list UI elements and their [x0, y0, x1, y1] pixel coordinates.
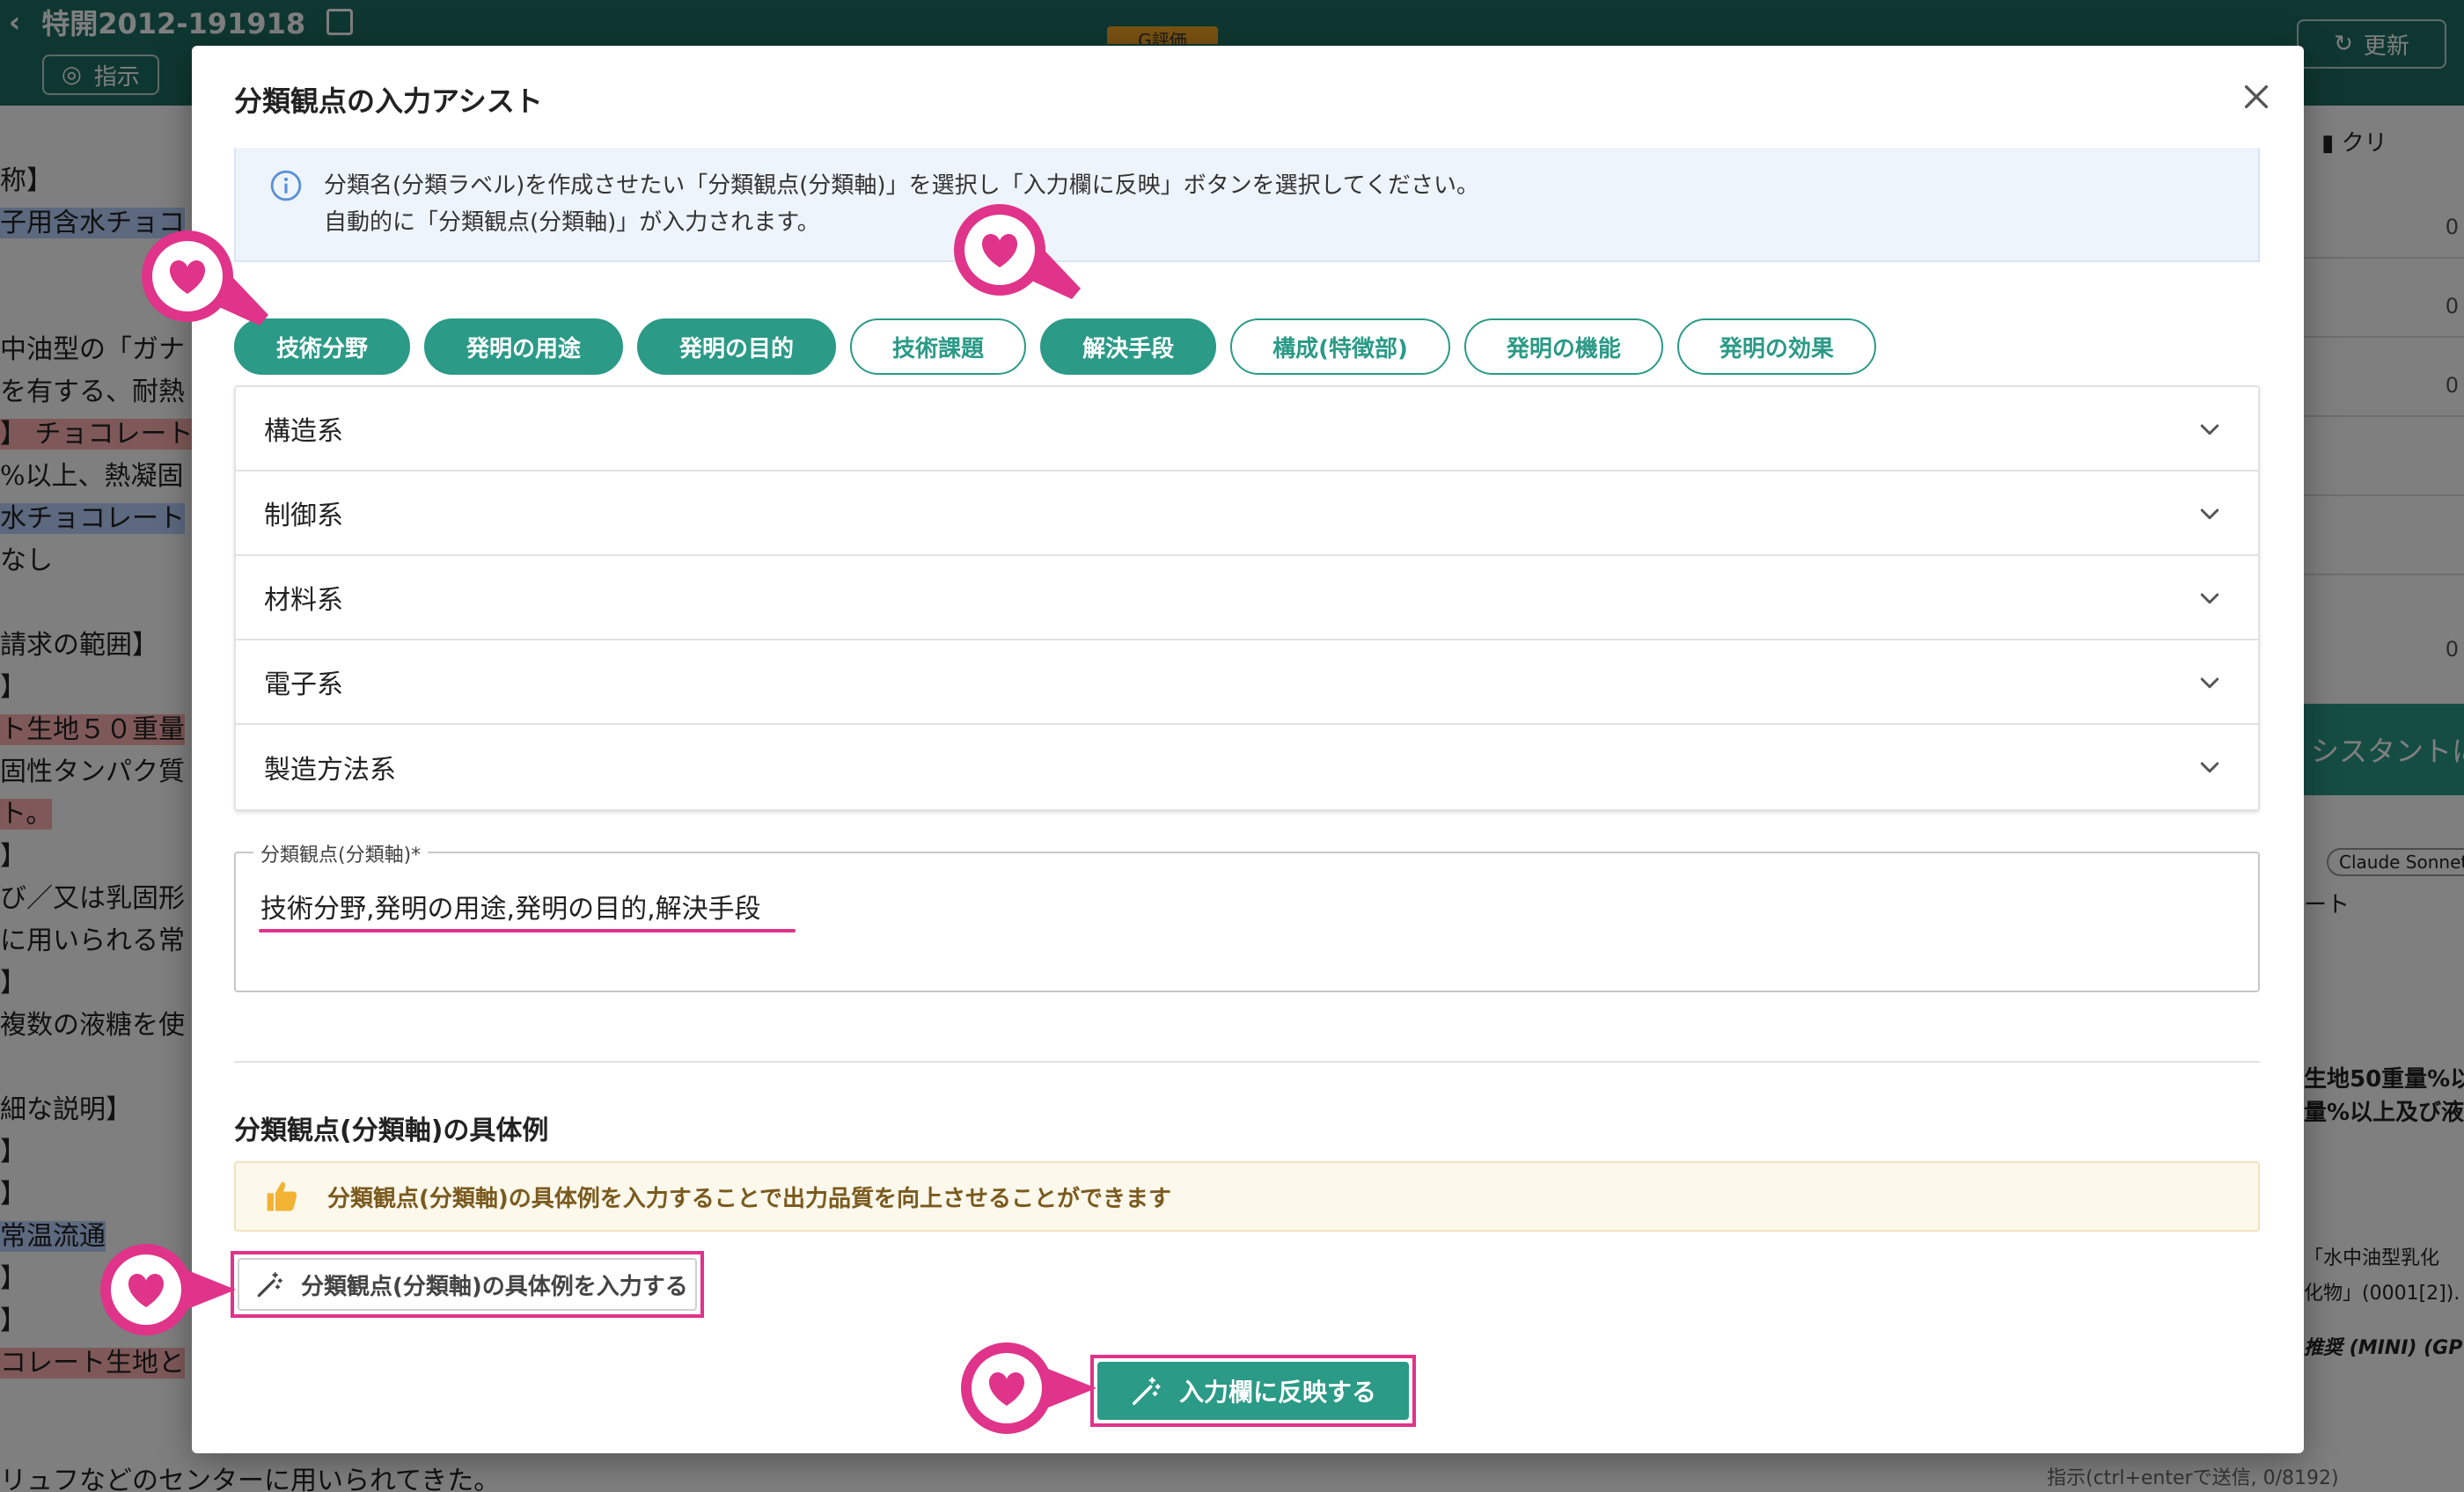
divider: [234, 1061, 2260, 1063]
accordion-item[interactable]: 構造系: [236, 387, 2258, 472]
chevron-down-icon: [2200, 762, 2219, 773]
field-value[interactable]: 技術分野,発明の用途,発明の目的,解決手段: [260, 887, 761, 931]
close-button[interactable]: [2235, 76, 2277, 118]
accordion-item[interactable]: 制御系: [236, 472, 2258, 556]
classification-axis-field[interactable]: 分類観点(分類軸)* 技術分野,発明の用途,発明の目的,解決手段: [234, 839, 2260, 992]
tip-banner: 分類観点(分類軸)の具体例を入力することで出力品質を向上させることができます: [234, 1161, 2260, 1232]
accordion-item[interactable]: 製造方法系: [236, 725, 2258, 809]
highlight-underline: [259, 929, 796, 933]
info-line-1: 分類名(分類ラベル)を作成させたい「分類観点(分類軸)」を選択し「入力欄に反映」…: [324, 172, 1480, 199]
apply-button-label: 入力欄に反映する: [1178, 1378, 1376, 1407]
accordion-label: 製造方法系: [264, 755, 396, 786]
chevron-down-icon: [2200, 593, 2219, 604]
magic-wand-icon: [1132, 1377, 1161, 1405]
heart-marker-icon: [954, 204, 1081, 299]
thumbs-up-icon: [267, 1181, 297, 1211]
examples-section-title: 分類観点(分類軸)の具体例: [234, 1115, 549, 1146]
accordion-label: 制御系: [264, 501, 343, 531]
input-assist-modal: 分類観点の入力アシスト 分類名(分類ラベル)を作成させたい「分類観点(分類軸)」…: [192, 46, 2304, 1453]
input-examples-label: 分類観点(分類軸)の具体例を入力する: [301, 1273, 688, 1300]
axis-chip-5[interactable]: 解決手段: [1040, 318, 1217, 375]
axis-chip-2[interactable]: 発明の用途: [424, 318, 624, 375]
info-banner: 分類名(分類ラベル)を作成させたい「分類観点(分類軸)」を選択し「入力欄に反映」…: [234, 148, 2260, 262]
axis-chip-3[interactable]: 発明の目的: [637, 318, 837, 375]
chevron-down-icon: [2200, 424, 2219, 435]
close-icon: [2244, 84, 2269, 109]
field-label: 分類観点(分類軸)*: [253, 839, 429, 867]
info-line-2: 自動的に「分類観点(分類軸)」が入力されます。: [324, 209, 820, 236]
apply-to-field-button[interactable]: 入力欄に反映する: [1090, 1355, 1416, 1427]
accordion-item[interactable]: 材料系: [236, 556, 2258, 640]
magic-wand-icon: [257, 1272, 282, 1298]
axis-chip-8[interactable]: 発明の効果: [1676, 318, 1876, 375]
axis-chip-6[interactable]: 構成(特徴部): [1230, 318, 1450, 375]
modal-title: 分類観点の入力アシスト: [234, 84, 543, 118]
accordion-label: 材料系: [264, 585, 343, 616]
heart-marker-icon: [961, 1342, 1096, 1434]
accordion-label: 電子系: [264, 669, 343, 700]
heart-marker-icon: [142, 230, 268, 325]
heart-marker-icon: [100, 1244, 236, 1335]
classification-axis-chips: 技術分野 発明の用途 発明の目的 技術課題 解決手段 構成(特徴部) 発明の機能 発明の効果: [234, 318, 1876, 377]
category-accordion: 構造系制御系材料系電子系製造方法系: [234, 385, 2260, 811]
input-examples-button[interactable]: 分類観点(分類軸)の具体例を入力する: [231, 1251, 704, 1318]
axis-chip-4[interactable]: 技術課題: [850, 318, 1027, 375]
accordion-item[interactable]: 電子系: [236, 640, 2258, 725]
axis-chip-7[interactable]: 発明の機能: [1463, 318, 1663, 375]
chevron-down-icon: [2200, 677, 2219, 689]
info-icon: [270, 170, 302, 201]
tip-text: 分類観点(分類軸)の具体例を入力することで出力品質を向上させることができます: [327, 1186, 1171, 1212]
accordion-label: 構造系: [264, 416, 343, 447]
info-text: 分類名(分類ラベル)を作成させたい「分類観点(分類軸)」を選択し「入力欄に反映」…: [324, 167, 1479, 241]
chevron-down-icon: [2200, 508, 2219, 520]
